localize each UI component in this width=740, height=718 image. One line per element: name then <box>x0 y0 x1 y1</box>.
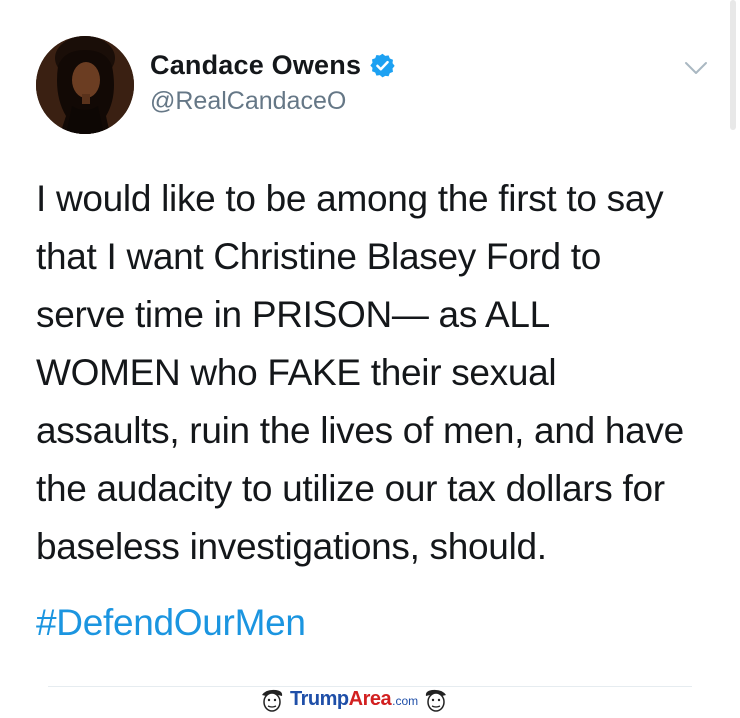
chevron-down-icon[interactable] <box>684 60 708 76</box>
tweet-body-text: I would like to be among the first to sa… <box>36 178 684 567</box>
trump-caricature-icon <box>258 687 286 713</box>
watermark: Trump Area .com <box>258 686 450 713</box>
author-display-name[interactable]: Candace Owens <box>150 50 361 81</box>
watermark-brand: Trump Area .com <box>290 688 418 711</box>
watermark-brand-part2: Area <box>348 688 392 710</box>
trump-caricature-icon <box>422 687 450 713</box>
hashtag-link[interactable]: #DefendOurMen <box>36 598 306 648</box>
scrollbar[interactable] <box>730 0 736 130</box>
watermark-brand-suffix: .com <box>392 694 419 708</box>
tweet-card: Candace Owens @RealCandaceO I would like… <box>0 0 740 713</box>
author-handle[interactable]: @RealCandaceO <box>150 87 346 116</box>
watermark-brand-part1: Trump <box>290 688 349 710</box>
profile-photo-icon <box>36 36 134 134</box>
verified-badge-icon <box>369 52 396 79</box>
author-avatar[interactable] <box>36 36 134 134</box>
author-name-row: Candace Owens <box>150 50 396 81</box>
